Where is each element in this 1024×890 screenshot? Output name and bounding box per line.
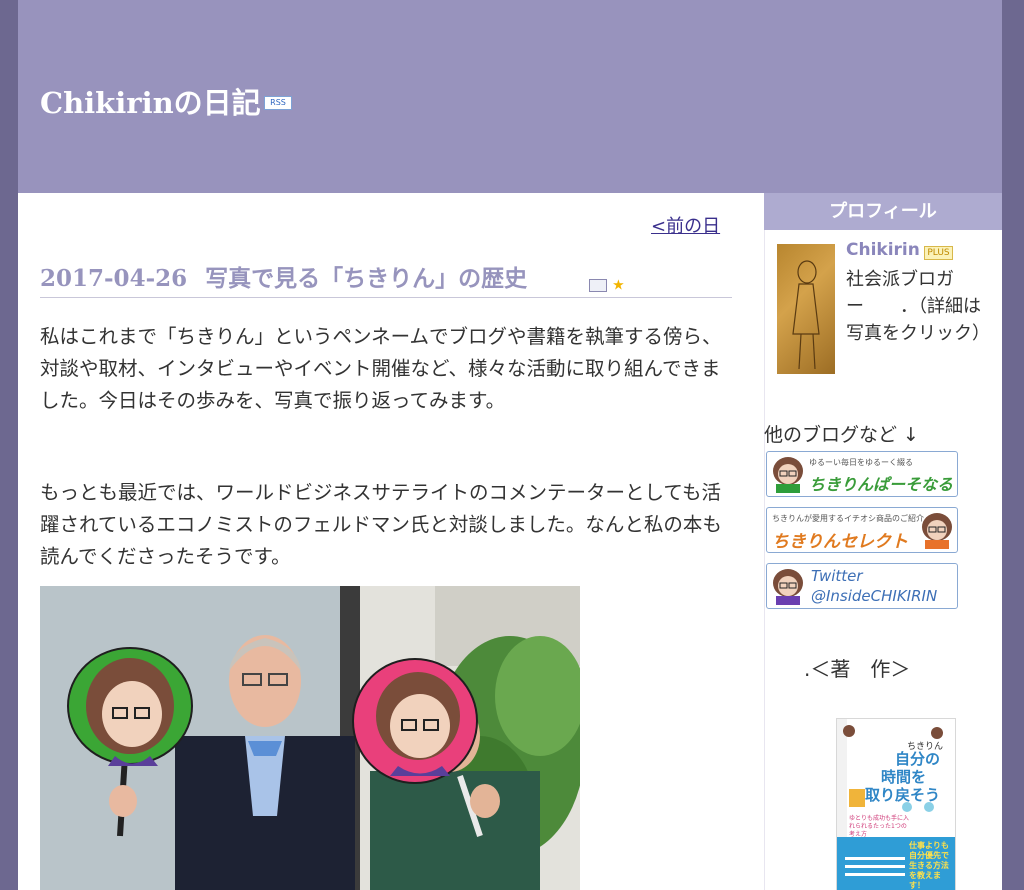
profile-description: 社会派ブロガー ．（詳細は写真をクリック） — [846, 269, 990, 344]
profile-name-link[interactable]: Chikirin — [846, 240, 920, 260]
chikirin-face-icon — [773, 569, 803, 605]
site-header: Chikirinの日記 RSS — [18, 0, 1002, 193]
profile-photo[interactable] — [777, 244, 835, 374]
banner-title: ちきりんセレクト — [772, 532, 908, 552]
book-title-line: 自分の — [895, 750, 941, 768]
photo-illustration — [40, 586, 580, 890]
star-icon[interactable]: ★ — [612, 278, 625, 294]
banner-twitter-handle: @InsideCHIKIRIN — [811, 587, 938, 605]
entry-title-icons: ★ — [589, 275, 625, 294]
rss-badge[interactable]: RSS — [264, 96, 292, 110]
book-cover-link[interactable]: ちきりん 自分の 時間を 取り戻そう ゆとりも成功も手に入れられるたった1つの考… — [836, 718, 956, 890]
works-heading: .＜著 作＞ — [804, 657, 911, 681]
edit-icon[interactable] — [589, 279, 607, 292]
other-blogs-heading: 他のブログなど ↓ — [764, 424, 919, 446]
book-catchphrase: 仕事よりも自分優先で生きる方法を教えます！ — [909, 841, 949, 890]
banner-chikirin-personal[interactable]: ゆるーい毎日をゆるーく綴る ちきりんぱーそなる — [766, 451, 958, 497]
banner-title: ちきりんぱーそなる — [809, 475, 954, 494]
site-title-link[interactable]: Chikirinの日記 — [40, 80, 261, 122]
profile-heading: プロフィール — [764, 193, 1002, 230]
sidebar: プロフィール Chikirin PLUS 社会派ブロガー ．（詳細は写真をクリッ… — [764, 193, 1002, 890]
entry-date-link[interactable]: 2017-04-26 — [40, 265, 187, 292]
chikirin-face-icon — [922, 513, 952, 549]
banner-twitter[interactable]: Twitter @InsideCHIKIRIN — [766, 563, 958, 609]
entry-photo — [40, 586, 580, 890]
title-divider — [40, 297, 732, 298]
banner-tagline: ちきりんが愛用するイチオシ商品のご紹介 — [772, 514, 924, 523]
banner-tagline: ゆるーい毎日をゆるーく綴る — [809, 458, 913, 467]
chikirin-face-icon — [773, 457, 803, 493]
main-content: <前の日 2017-04-26 写真で見る「ちきりん」の歴史 ★ 私はこれまで「ち… — [18, 193, 764, 890]
page: Chikirinの日記 RSS <前の日 2017-04-26 写真で見る「ちきり… — [18, 0, 1002, 890]
entry-title-link[interactable]: 写真で見る「ちきりん」の歴史 — [205, 265, 527, 292]
book-subtitle: ゆとりも成功も手に入れられるたった1つの考え方 — [849, 815, 910, 838]
entry-title: 2017-04-26 写真で見る「ちきりん」の歴史 — [40, 259, 730, 293]
entry-paragraph: もっとも最近では、ワールドビジネスサテライトのコメンテーターとしても活躍されてい… — [40, 481, 722, 568]
profile-figure-icon — [792, 260, 820, 370]
plus-badge: PLUS — [924, 246, 953, 260]
book-title-line: 取り戻そう — [865, 786, 941, 804]
banner-chikirin-select[interactable]: ちきりんが愛用するイチオシ商品のご紹介 ちきりんセレクト — [766, 507, 958, 553]
entry-paragraph: 私はこれまで「ちきりん」というペンネームでブログや書籍を執筆する傍ら、対談や取材… — [40, 325, 722, 412]
book-title-line: 時間を — [881, 768, 927, 786]
previous-day-link[interactable]: <前の日 — [651, 212, 720, 238]
banner-twitter-label: Twitter — [811, 567, 863, 585]
